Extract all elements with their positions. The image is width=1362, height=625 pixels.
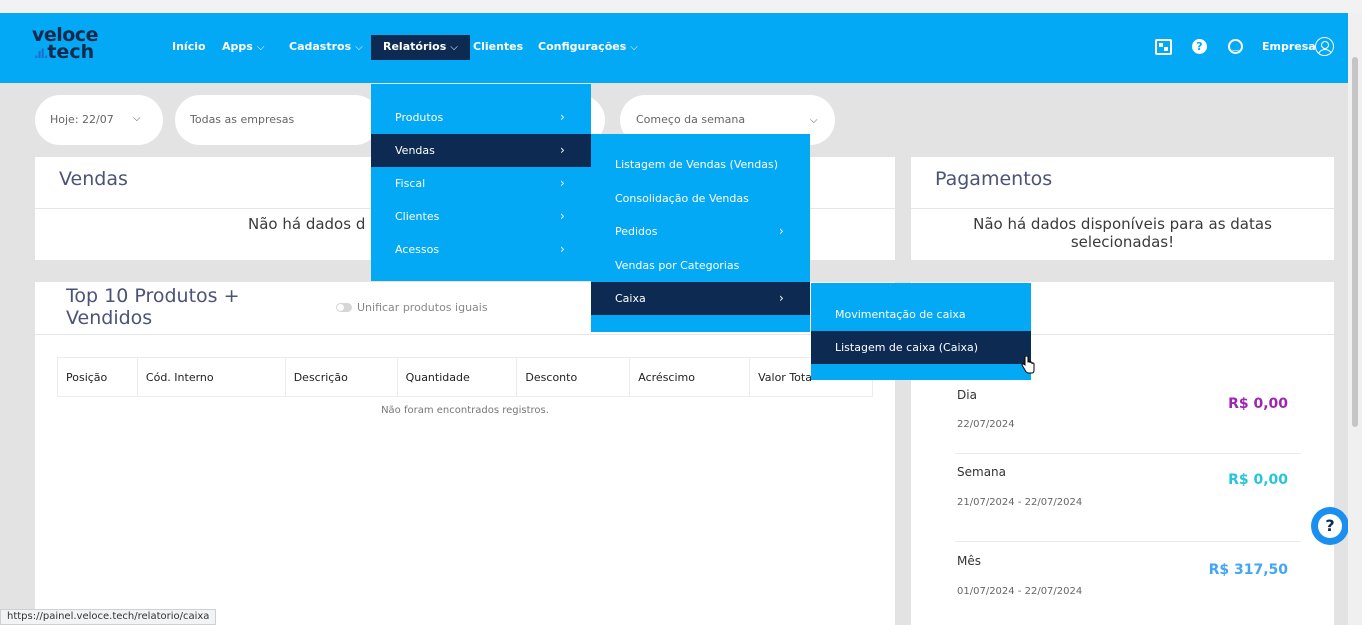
period-date-dia: 22/07/2024: [957, 419, 1015, 430]
question-icon: ?: [1325, 516, 1335, 535]
chevron-right-icon: ›: [779, 291, 784, 305]
window-top-strip: [0, 0, 1362, 13]
nav-apps[interactable]: Apps ⌵: [222, 40, 264, 53]
company-filter-value: Todas as empresas: [190, 113, 295, 126]
period-value-semana: R$ 0,00: [1228, 472, 1288, 488]
logo[interactable]: veloce .ıl.tech: [32, 26, 99, 63]
pagamentos-title: Pagamentos: [935, 168, 1053, 190]
relatorios-dropdown: Produtos › Vendas › Fiscal › Clientes › Aces…: [371, 84, 591, 281]
col-descricao[interactable]: Descrição: [284, 357, 398, 397]
vendas-submenu: Listagem de Vendas (Vendas) Consolidação…: [591, 134, 810, 332]
col-quantidade[interactable]: Quantidade: [396, 357, 518, 397]
pagamentos-card: Pagamentos Não há dados disponíveis para…: [911, 157, 1334, 260]
top-products-title: Top 10 Produtos + Vendidos: [66, 285, 240, 329]
menu-item-caixa[interactable]: Caixa ›: [591, 282, 810, 315]
menu-item-fiscal[interactable]: Fiscal ›: [371, 167, 591, 200]
unify-products-toggle[interactable]: [336, 303, 352, 312]
pagamentos-empty-message: Não há dados disponíveis para as datas s…: [973, 215, 1272, 251]
user-label[interactable]: Empresa: [1262, 40, 1316, 53]
chevron-down-icon: ⌵: [450, 42, 458, 53]
unify-products-label: Unificar produtos iguais: [357, 301, 488, 314]
period-divider: [955, 541, 1301, 542]
top-products-table: Posição Cód. Interno Descrição Quantidad…: [57, 357, 873, 397]
chevron-right-icon: ›: [779, 224, 784, 238]
floating-help-button[interactable]: ?: [1311, 507, 1349, 545]
menu-item-clientes[interactable]: Clientes ›: [371, 200, 591, 233]
menu-item-listagem-vendas[interactable]: Listagem de Vendas (Vendas): [591, 148, 810, 181]
chevron-down-icon: ⌵: [256, 42, 265, 53]
menu-item-listagem-caixa[interactable]: Listagem de caixa (Caixa): [811, 331, 1031, 364]
nav-clientes[interactable]: Clientes: [473, 40, 523, 53]
menu-item-acessos[interactable]: Acessos ›: [371, 233, 591, 266]
period-label-dia: Dia: [957, 388, 977, 402]
menu-item-consolidacao-vendas[interactable]: Consolidação de Vendas: [591, 182, 810, 215]
menu-item-movimentacao-caixa[interactable]: Movimentação de caixa: [811, 298, 1031, 331]
nav-cadastros[interactable]: Cadastros ⌵: [289, 40, 363, 53]
hand-cursor-icon: [1021, 356, 1035, 374]
help-icon[interactable]: ?: [1192, 39, 1207, 54]
grid-box-icon[interactable]: [1155, 39, 1172, 55]
period-filter-value: Começo da semana: [636, 113, 746, 126]
page-scrollbar[interactable]: [1348, 13, 1362, 625]
chevron-right-icon: ›: [560, 209, 565, 223]
chevron-down-icon: ⌵: [355, 42, 363, 53]
period-divider: [955, 453, 1301, 454]
chevron-down-icon: ⌵: [810, 115, 818, 126]
date-filter-value: Hoje: 22/07: [50, 113, 114, 126]
col-posicao[interactable]: Posição: [57, 357, 138, 397]
col-desconto[interactable]: Desconto: [516, 357, 631, 397]
caixa-submenu: Movimentação de caixa Listagem de caixa …: [811, 283, 1031, 380]
period-value-mes: R$ 317,50: [1208, 562, 1288, 578]
menu-item-produtos[interactable]: Produtos ›: [371, 101, 591, 134]
company-filter-select[interactable]: Todas as empresas: [175, 95, 380, 145]
chevron-right-icon: ›: [560, 143, 565, 157]
card-divider: [35, 334, 895, 335]
period-label-semana: Semana: [957, 465, 1007, 479]
nav-configuracoes[interactable]: Configurações ⌵: [538, 40, 638, 53]
chevron-right-icon: ›: [560, 110, 565, 124]
user-circle-icon[interactable]: [1315, 37, 1334, 56]
col-acrescimo[interactable]: Acréscimo: [629, 357, 751, 397]
chevron-down-icon: ⌵: [630, 42, 638, 53]
chevron-right-icon: ›: [560, 242, 565, 256]
period-date-mes: 01/07/2024 - 22/07/2024: [957, 586, 1083, 597]
vendas-title: Vendas: [59, 168, 128, 190]
date-filter-select[interactable]: Hoje: 22/07 ⌵: [35, 95, 163, 145]
menu-item-vendas[interactable]: Vendas ›: [371, 134, 591, 167]
status-url: https://painel.veloce.tech/relatorio/cai…: [0, 609, 217, 625]
period-value-dia: R$ 0,00: [1228, 396, 1288, 412]
period-label-mes: Mês: [957, 554, 981, 568]
smiley-icon[interactable]: ‿: [1228, 39, 1243, 54]
logo-line2: tech: [47, 41, 95, 63]
period-date-semana: 21/07/2024 - 22/07/2024: [957, 497, 1083, 508]
top-products-card: Top 10 Produtos + Vendidos: [35, 282, 895, 625]
col-cod-interno[interactable]: Cód. Interno: [136, 357, 286, 397]
menu-item-vendas-categorias[interactable]: Vendas por Categorias: [591, 249, 810, 282]
table-header-row: Posição Cód. Interno Descrição Quantidad…: [57, 357, 873, 397]
menu-item-pedidos[interactable]: Pedidos ›: [591, 215, 810, 248]
logo-dots-icon: .ıl.: [34, 47, 48, 61]
top-navbar: veloce .ıl.tech Início Apps ⌵ Cadastros ⌵ …: [0, 13, 1348, 83]
chevron-down-icon: ⌵: [133, 113, 141, 124]
no-records-message: Não foram encontrados registros.: [381, 405, 549, 416]
chevron-right-icon: ›: [560, 176, 565, 190]
nav-inicio[interactable]: Início: [172, 40, 206, 53]
nav-relatorios[interactable]: Relatórios ⌵: [371, 35, 470, 60]
card-divider: [911, 208, 1334, 209]
